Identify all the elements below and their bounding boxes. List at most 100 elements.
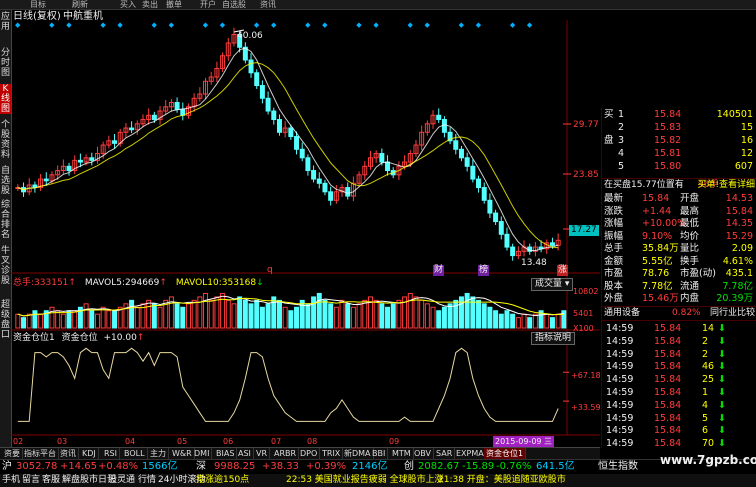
indicator-tab-1[interactable]: 指标平台 bbox=[22, 448, 59, 459]
menu-item-2[interactable]: 买入 bbox=[120, 0, 136, 9]
large-order-link[interactable]: 买单!查看详细 bbox=[697, 179, 755, 192]
index-field-12: -15.89 bbox=[462, 461, 495, 472]
orderbook-level: 4 bbox=[618, 148, 625, 159]
left-nav-item-7[interactable]: 超级盘口 bbox=[0, 300, 11, 340]
indicator-tab-15[interactable]: 新DMA bbox=[342, 448, 374, 459]
indicator-tab-10[interactable]: ASI bbox=[236, 448, 254, 459]
indicator-tab-7[interactable]: W&R bbox=[170, 448, 195, 459]
indicator-tab-16[interactable]: BBI bbox=[370, 448, 389, 459]
menu-item-3[interactable]: 卖出 bbox=[142, 0, 158, 9]
ticker-item-3[interactable]: 解盘 bbox=[62, 474, 80, 487]
indicator-tab-21[interactable]: 资金仓位1 bbox=[484, 448, 527, 459]
quote-row: 涨跌 +1.44 最高 15.84 bbox=[602, 205, 756, 218]
indicator-tab-18[interactable]: OBV bbox=[412, 448, 435, 459]
indicator-tab-19[interactable]: SAR bbox=[434, 448, 456, 459]
volume-indicator-select[interactable]: 成交量 ▾ bbox=[531, 278, 574, 291]
candle-body bbox=[322, 182, 328, 193]
date-tick-0: 02 bbox=[13, 437, 24, 446]
ticker-item-8[interactable]: 指涨逾150点 bbox=[196, 474, 249, 487]
quote-key-right: 换手 bbox=[680, 255, 700, 267]
volume-bar bbox=[32, 310, 38, 329]
ticker-item-9[interactable]: 22:53 美国就业报告疲弱 全球股市上涨 bbox=[286, 474, 444, 487]
indicator-tab-20[interactable]: EXPMA bbox=[454, 448, 487, 459]
date-tick-6: 08 bbox=[307, 437, 318, 446]
tick-time: 14:59 bbox=[606, 348, 634, 360]
marker-rank: 榜 bbox=[478, 265, 490, 276]
quote-row: 振幅 9.10% 均价 15.29 bbox=[602, 230, 756, 243]
ticker-bar: 手机 留言 客服 解盘 股市日记 股灵通 行情 24小时滚动 指涨逾150点 22:53 美国就业… bbox=[0, 474, 756, 487]
quote-value-right: 14.53 bbox=[725, 193, 753, 204]
candle-body bbox=[174, 102, 180, 110]
quote-value-left: 15.84 bbox=[642, 193, 670, 204]
quote-value-left: +1.44 bbox=[642, 205, 672, 217]
left-nav-item-1[interactable]: 分时图 bbox=[0, 48, 11, 78]
arrow-down-icon: ⬇ bbox=[718, 348, 726, 360]
indicator-tab-11[interactable]: VR bbox=[254, 448, 271, 459]
indicator-tab-8[interactable]: DMI bbox=[192, 448, 213, 459]
ticker-item-0[interactable]: 手机 bbox=[2, 474, 20, 487]
candle-body bbox=[129, 127, 135, 131]
quote-value-right: 2.09 bbox=[731, 243, 753, 254]
peer-compare-tab[interactable]: 同行业比较 bbox=[710, 307, 755, 320]
left-nav-item-6[interactable]: 牛叉诊股 bbox=[0, 246, 11, 286]
menu-item-6[interactable]: 自选股 bbox=[222, 0, 246, 9]
quote-key-right: 内盘 bbox=[680, 293, 700, 304]
indicator-tab-2[interactable]: 资讯 bbox=[58, 448, 79, 459]
ticker-item-1[interactable]: 留言 bbox=[22, 474, 40, 487]
quote-value-right: 4.61% bbox=[722, 255, 753, 267]
industry-change: 0.82% bbox=[672, 308, 701, 318]
volume-bar bbox=[424, 303, 430, 329]
left-nav-item-4[interactable]: 自选股 bbox=[0, 166, 11, 196]
index-field-11: 2082.67 bbox=[418, 461, 460, 472]
menu-item-5[interactable]: 开户 bbox=[200, 0, 216, 9]
indicator-tab-6[interactable]: 主力 bbox=[148, 448, 169, 459]
indicator-tab-14[interactable]: TRIX bbox=[320, 448, 344, 459]
quote-row: 最新 15.84 开盘 14.53 bbox=[602, 192, 756, 205]
menu-item-7[interactable]: 资讯 bbox=[260, 0, 276, 9]
indicator-tab-4[interactable]: RSI bbox=[102, 448, 120, 459]
left-nav-item-2[interactable]: K线图 bbox=[0, 84, 11, 114]
large-order-info[interactable]: 在买盘15.77位置有 36手 买单!查看详细 bbox=[602, 178, 756, 192]
tick-row: 14:59 15.84 14 ⬇ bbox=[602, 322, 756, 335]
volume-bar bbox=[60, 313, 66, 329]
ticker-item-6[interactable]: 行情 bbox=[138, 474, 156, 487]
candle-body bbox=[316, 178, 322, 184]
indicator-tab-3[interactable]: KDJ bbox=[80, 448, 99, 459]
indicator-tab-13[interactable]: DPO bbox=[298, 448, 321, 459]
indicator-tab-12[interactable]: ARBR bbox=[272, 448, 300, 459]
candle-body bbox=[464, 157, 470, 167]
indicator-tab-9[interactable]: BIAS bbox=[214, 448, 238, 459]
index-field-6: 9988.25 bbox=[214, 461, 256, 472]
left-nav-item-3[interactable]: 个股资料 bbox=[0, 120, 11, 160]
kline-chart-svg[interactable]: ◆ ◆ ◆ ◆ ◆ ◆ ◆ ◆ ◆ ◆ ◆ ◆ ◆ ◆ ◆ ◆ ◆ ◆ ◆ ◆ ◆ bbox=[11, 10, 600, 447]
tick-volume: 6 bbox=[702, 425, 709, 437]
orderbook-side: 盘 bbox=[604, 135, 614, 146]
ticker-item-2[interactable]: 客服 bbox=[42, 474, 60, 487]
volume-bar bbox=[21, 317, 27, 329]
menu-item-4[interactable]: 撤单 bbox=[166, 0, 182, 9]
volume-axis-unit: X100 bbox=[573, 324, 594, 333]
quote-value-left: 35.84万 bbox=[642, 243, 679, 254]
indicator-tab-0[interactable]: 资要 bbox=[2, 448, 23, 459]
menu-item-1[interactable]: 刷新 bbox=[72, 0, 88, 9]
quote-value-right: 20.39万 bbox=[716, 293, 753, 304]
left-nav-item-5[interactable]: 综合排名 bbox=[0, 200, 11, 240]
menu-item-0[interactable]: 目标 bbox=[30, 0, 46, 9]
volume-bar bbox=[26, 313, 32, 329]
volume-bar bbox=[259, 306, 265, 329]
volume-bar bbox=[407, 292, 413, 329]
indicator-tab-5[interactable]: BOLL bbox=[122, 448, 148, 459]
tick-time: 14:59 bbox=[606, 412, 634, 424]
volume-bar bbox=[151, 303, 157, 329]
chart-period-label: 日线(复权) bbox=[13, 11, 61, 22]
quote-key-right: 均价 bbox=[680, 230, 700, 242]
arrow-down-icon: ⬇ bbox=[718, 374, 726, 386]
industry-name[interactable]: 通用设备 bbox=[604, 307, 640, 320]
volume-bar bbox=[328, 303, 334, 329]
left-nav-item-0[interactable]: 应用 bbox=[0, 12, 11, 32]
tick-volume: 5 bbox=[702, 412, 709, 424]
indicator-help-button[interactable]: 指标说明 bbox=[531, 332, 576, 345]
ticker-item-10[interactable]: 21:38 开盘：美股追随亚欧股市 bbox=[438, 474, 566, 487]
indicator-tab-17[interactable]: MTM bbox=[390, 448, 414, 459]
ticker-item-5[interactable]: 股灵通 bbox=[108, 474, 135, 487]
